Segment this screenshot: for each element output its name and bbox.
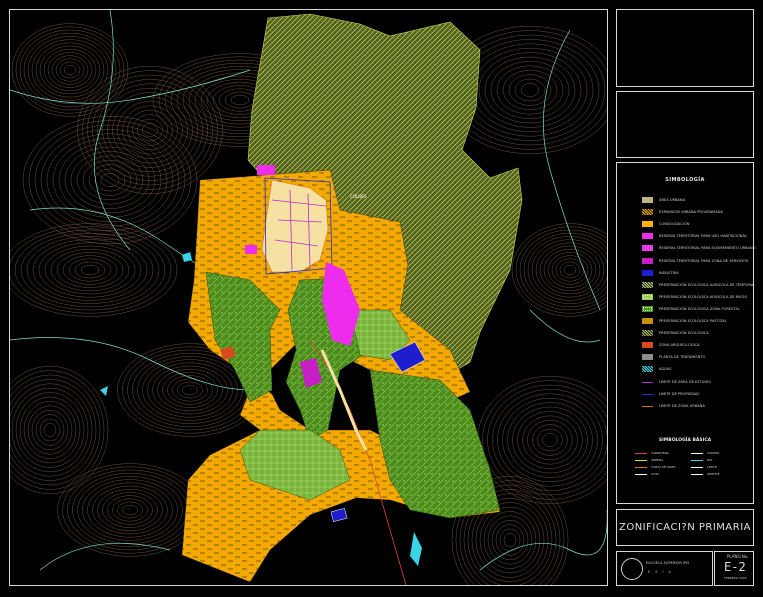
basic-legend-line (691, 474, 703, 475)
legend-swatch (642, 209, 653, 216)
legend-title: SIMBOLOGÍA (665, 177, 705, 183)
legend-item: PRESERVACIÓN ECOLÓGICA ZONA FORESTAL (642, 305, 752, 313)
legend-label: ZONA ARQUEOLÓGICA (659, 343, 700, 348)
legend-item: EXPANSIÓN URBANA PROGRAMADA (642, 209, 752, 216)
legend-label: RESERVA TERRITORIAL PARA USO HABITACIONA… (659, 234, 747, 239)
legend-swatch (642, 342, 653, 349)
legend-label: CONSOLIDACIÓN (659, 222, 690, 227)
legend-item: AGUAS (642, 366, 752, 373)
basic-legend-item: CARRETERA (635, 451, 690, 456)
legend-item: PRESERVACIÓN ECOLÓGICA PASTIZAL (642, 318, 752, 325)
basic-legend-item: CURVA DE NIVEL (635, 465, 690, 470)
zoning-map[interactable]: COLIBRI (10, 10, 607, 585)
legend-swatch (642, 269, 653, 276)
basic-legend-line (691, 467, 703, 468)
institution-name: ESCUELA SUPERIOR IPN (646, 561, 689, 565)
legend-label: AGUAS (659, 367, 672, 372)
legend-swatch (642, 405, 653, 407)
legend-item: INDUSTRIA (642, 269, 752, 277)
institution-subtitle: E S I A (648, 570, 673, 574)
basic-legend-line (691, 453, 703, 454)
basic-legend-label: COTA (651, 472, 660, 476)
legend-label: INDUSTRIA (659, 270, 679, 275)
legend-swatch (642, 245, 653, 252)
basic-legend-label: LÍMITE (707, 465, 717, 469)
legend-swatch (642, 366, 653, 373)
legend-swatch (642, 330, 653, 337)
plan-title: ZONIFICACI?N PRIMARIA (618, 522, 752, 533)
basic-legend-label: CAMINO (707, 451, 720, 455)
plate-label: PLANO No. (727, 554, 749, 559)
legend-label: PLANTA DE TRATAMIENTO (659, 355, 706, 360)
legend-label: ÁREA URBANA (659, 198, 686, 202)
legend-item: LIMITE DE PROPIEDAD (642, 391, 752, 398)
legend-swatch (642, 257, 653, 264)
plate-code: E-2 (724, 560, 746, 574)
legend-label: EXPANSIÓN URBANA PROGRAMADA (659, 210, 723, 215)
legend-swatch (642, 318, 653, 324)
map-label-colibri: COLIBRI (350, 194, 366, 199)
housing-reserve-north (257, 165, 275, 175)
legend-item: PRESERVACIÓN ECOLÓGICA (642, 330, 752, 337)
urban-core (261, 179, 329, 273)
basic-legend-item: VÉRTICE (691, 472, 746, 477)
basic-legend-line (635, 453, 647, 454)
basic-legend-item: COTA (635, 472, 690, 477)
legend-swatch (642, 305, 653, 312)
map-frame[interactable]: COLIBRI (9, 9, 608, 586)
basic-legend-label: VEREDA (651, 458, 664, 462)
legend-label: LIMITE DE PROPIEDAD (659, 391, 699, 396)
legend-item: ÁREA URBANA (642, 197, 752, 204)
legend-swatch (642, 293, 653, 300)
legend-label: PRESERVACIÓN ECOLÓGICA AGRICOLA DE RIEGO (659, 294, 748, 299)
basic-legend-item: RÍO (691, 458, 746, 463)
legend-swatch (642, 233, 653, 240)
legend-item: RESERVA TERRITORIAL PARA EQUIPAMIENTO UR… (642, 245, 756, 252)
title-box-middle (616, 91, 754, 158)
basic-legend-label: CARRETERA (651, 451, 669, 455)
legend-swatch (642, 354, 653, 361)
legend-item: RESERVA TERRITORIAL PARA ZONA DE SERVICI… (642, 257, 752, 265)
institution-logo-icon (621, 558, 643, 580)
plate-box: PLANO No. E-2 FEBRERO 2005 (714, 551, 754, 586)
legend-label: LIMITE DE AREA DE ESTUDIO (659, 379, 712, 384)
legend-item: RESERVA TERRITORIAL PARA USO HABITACIONA… (642, 233, 752, 240)
legend-swatch (642, 281, 653, 288)
legend-swatch (642, 381, 653, 383)
basic-legend-item: VEREDA (635, 458, 690, 463)
basic-legend-item: CAMINO (691, 451, 746, 456)
legend-label: LIMITE DE ZONA URBANA (659, 403, 705, 408)
title-box-top (616, 9, 754, 87)
basic-legend-line (635, 460, 647, 461)
zoning-title-box: ZONIFICACI?N PRIMARIA (616, 509, 754, 546)
basic-legend-label: RÍO (707, 458, 713, 462)
basic-legend-label: VÉRTICE (707, 472, 720, 476)
legend-label: RESERVA TERRITORIAL PARA ZONA DE SERVICI… (659, 258, 749, 263)
basic-legend-line (635, 467, 647, 468)
basic-legend-label: CURVA DE NIVEL (651, 465, 676, 469)
legend-panel: SIMBOLOGÍA ÁREA URBANA EXPANSIÓN URBANA P… (616, 162, 756, 504)
legend-item: PRESERVACIÓN ECOLÓGICA AGRICOLA DE TEMPO… (642, 281, 756, 289)
basic-legend-title: SIMBOLOGÍA BÁSICA (658, 438, 712, 443)
legend-item: PLANTA DE TRATAMIENTO (642, 354, 752, 361)
legend-label: PRESERVACIÓN ECOLÓGICA PASTIZAL (659, 319, 727, 323)
legend-label: PRESERVACIÓN ECOLÓGICA (659, 331, 709, 336)
legend-swatch (642, 393, 653, 395)
legend-item: CONSOLIDACIÓN (642, 221, 752, 228)
legend-swatch (642, 197, 653, 203)
basic-legend-item: LÍMITE (691, 465, 746, 470)
legend-label: PRESERVACIÓN ECOLÓGICA AGRICOLA DE TEMPO… (659, 282, 756, 287)
legend-item: LIMITE DE AREA DE ESTUDIO (642, 379, 752, 386)
legend-swatch (642, 221, 653, 228)
basic-legend-line (691, 460, 703, 461)
plate-date: FEBRERO 2005 (724, 576, 747, 580)
housing-reserve-small (245, 245, 257, 254)
legend-label: PRESERVACIÓN ECOLÓGICA ZONA FORESTAL (659, 306, 740, 311)
institution-box: ESCUELA SUPERIOR IPN E S I A (616, 551, 713, 586)
basic-legend-line (635, 474, 647, 475)
legend-label: RESERVA TERRITORIAL PARA EQUIPAMIENTO UR… (659, 246, 756, 251)
legend-item: PRESERVACIÓN ECOLÓGICA AGRICOLA DE RIEGO (642, 293, 752, 301)
legend-item: LIMITE DE ZONA URBANA (642, 403, 752, 410)
legend-item: ZONA ARQUEOLÓGICA (642, 342, 752, 349)
